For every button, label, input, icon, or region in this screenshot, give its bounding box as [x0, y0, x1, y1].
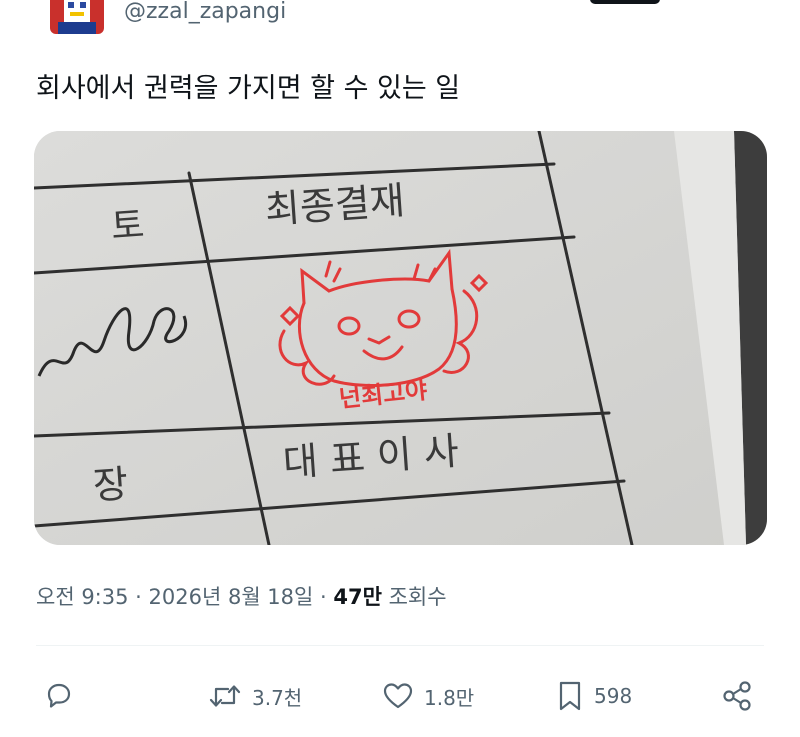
views-count[interactable]: 47만	[333, 585, 382, 609]
bookmark-button[interactable]: 598	[556, 676, 632, 716]
tweet-image[interactable]: 토 최종결재 장 대 표 이 사 넌최고야	[34, 131, 767, 545]
author-handle[interactable]: @zzal_zapangi	[124, 0, 286, 24]
bookmark-icon	[556, 680, 584, 712]
tweet-date[interactable]: 2026년 8월 18일	[149, 585, 314, 609]
retweet-count: 3.7천	[252, 685, 303, 710]
avatar[interactable]	[50, 0, 104, 34]
image-text-jang: 장	[92, 462, 130, 508]
divider	[36, 645, 764, 646]
tweet-meta: 오전 9:35 · 2026년 8월 18일 · 47만 조회수	[36, 583, 447, 611]
like-button[interactable]: 1.8만	[382, 676, 474, 716]
share-icon	[720, 679, 754, 713]
tweet-text: 회사에서 권력을 가지면 할 수 있는 일	[36, 73, 461, 104]
reply-button[interactable]	[44, 676, 74, 716]
robot-avatar-icon	[50, 0, 104, 34]
image-text-to: 토	[110, 205, 146, 248]
bookmark-count: 598	[594, 684, 633, 708]
retweet-button[interactable]: 3.7천	[208, 676, 302, 716]
views-label: 조회수	[381, 585, 447, 609]
tweet-time[interactable]: 오전 9:35	[36, 585, 128, 609]
like-count: 1.8만	[424, 685, 475, 710]
share-button[interactable]	[720, 676, 754, 716]
reply-icon	[44, 681, 74, 711]
heart-icon	[382, 681, 414, 711]
meta-separator: ·	[128, 585, 149, 609]
follow-button-edge[interactable]	[590, 0, 660, 4]
retweet-icon	[208, 681, 242, 711]
meta-separator: ·	[313, 585, 334, 609]
